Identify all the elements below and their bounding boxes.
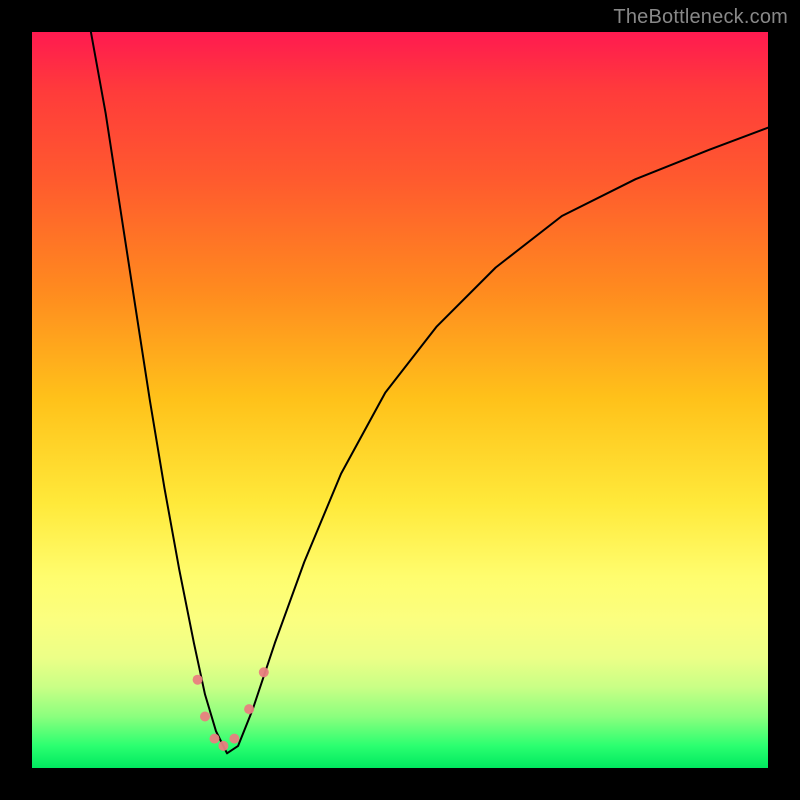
marker-dot (193, 675, 203, 685)
chart-svg (32, 32, 768, 768)
marker-dot (244, 704, 254, 714)
marker-dot (200, 712, 210, 722)
marker-dot (259, 667, 269, 677)
chart-frame: TheBottleneck.com (0, 0, 800, 800)
markers (193, 667, 269, 751)
marker-dot (210, 734, 220, 744)
marker-dot (218, 741, 228, 751)
bottleneck-curve (91, 32, 768, 753)
watermark-text: TheBottleneck.com (613, 6, 788, 29)
marker-dot (229, 734, 239, 744)
plot-area (32, 32, 768, 768)
